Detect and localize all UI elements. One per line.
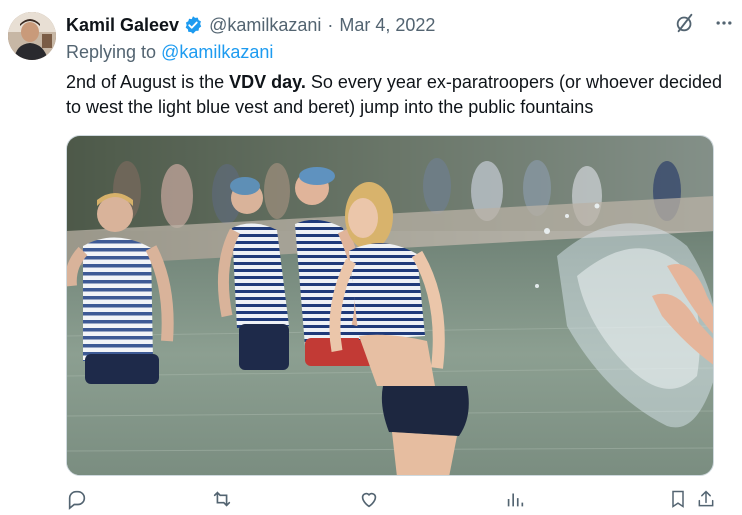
header-actions xyxy=(674,12,734,39)
separator-dot: · xyxy=(327,14,334,35)
action-bar xyxy=(66,488,722,510)
replying-prefix: Replying to xyxy=(66,42,157,62)
grok-icon[interactable] xyxy=(674,12,696,39)
retweet-icon[interactable] xyxy=(211,488,233,515)
verified-badge-icon xyxy=(183,15,203,35)
replying-to: Replying to @kamilkazani xyxy=(66,42,273,63)
tweet-photo[interactable] xyxy=(66,135,714,476)
tweet-header: Kamil Galeev @kamilkazani · Mar 4, 2022 xyxy=(66,12,722,38)
tweet-text-bold: VDV day. xyxy=(229,72,306,92)
tweet-text-part1: 2nd of August is the xyxy=(66,72,230,92)
like-icon[interactable] xyxy=(358,488,380,515)
tweet-date[interactable]: Mar 4, 2022 xyxy=(339,15,435,36)
reply-icon[interactable] xyxy=(66,488,88,515)
avatar[interactable] xyxy=(8,12,56,60)
views-icon[interactable] xyxy=(504,488,526,515)
avatar-image xyxy=(8,12,56,60)
more-icon[interactable] xyxy=(714,13,734,38)
author-handle[interactable]: @kamilkazani xyxy=(209,15,321,36)
share-icon[interactable] xyxy=(696,488,716,515)
author-name[interactable]: Kamil Galeev xyxy=(66,15,179,36)
bookmark-icon[interactable] xyxy=(668,488,688,515)
tweet-text: 2nd of August is the VDV day. So every y… xyxy=(66,70,726,120)
fountain-photo xyxy=(67,136,713,475)
replying-mention[interactable]: @kamilkazani xyxy=(161,42,273,62)
